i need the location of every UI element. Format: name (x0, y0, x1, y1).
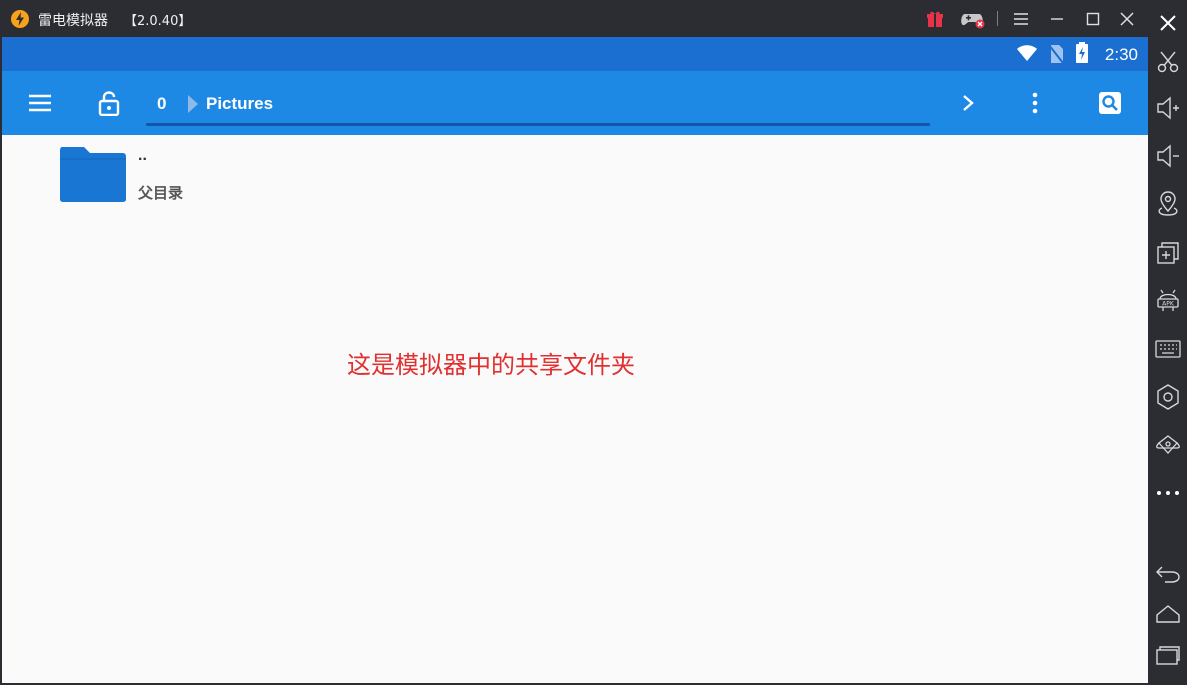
folder-icon (60, 147, 126, 202)
breadcrumb-arrow-icon (188, 95, 198, 113)
status-time: 2:30 (1104, 45, 1138, 64)
emulator-window: 雷电模拟器 【2.0.40】 2:30 0 Pictures .. 父目录 这是… (0, 0, 1187, 685)
app-bar: 0 Pictures (2, 71, 1148, 135)
no-sim-icon (1048, 44, 1064, 64)
close-icon[interactable] (1154, 9, 1182, 37)
multi-instance-icon[interactable] (1154, 239, 1182, 267)
search-icon[interactable] (1096, 89, 1124, 117)
lock-icon[interactable] (95, 89, 123, 117)
gamepad-icon[interactable] (958, 6, 988, 32)
title-bar: 雷电模拟器 【2.0.40】 (0, 0, 1148, 37)
more-vert-icon[interactable] (1021, 89, 1049, 117)
annotation-text: 这是模拟器中的共享文件夹 (347, 351, 635, 379)
scissors-icon[interactable] (1154, 48, 1182, 76)
status-bar: 2:30 (2, 37, 1148, 71)
battery-charging-icon (1076, 42, 1088, 63)
svg-text:APK: APK (1162, 301, 1175, 308)
more-horizontal-icon[interactable] (1154, 479, 1182, 507)
maximize-icon[interactable] (1080, 6, 1106, 32)
apk-install-icon[interactable]: APK (1154, 287, 1182, 315)
settings-icon[interactable] (1154, 383, 1182, 411)
file-name: .. (138, 147, 147, 164)
volume-down-icon[interactable] (1154, 142, 1182, 170)
titlebar-separator (997, 11, 998, 26)
hamburger-icon[interactable] (26, 89, 54, 117)
emulator-sidebar: APK (1148, 0, 1187, 685)
leidian-logo-icon (11, 10, 29, 28)
breadcrumb-folder[interactable]: Pictures (206, 94, 273, 114)
shake-icon[interactable] (1154, 431, 1182, 459)
menu-icon[interactable] (1008, 6, 1034, 32)
recent-apps-icon[interactable] (1154, 641, 1182, 669)
minimize-icon[interactable] (1044, 6, 1070, 32)
android-screen: 2:30 0 Pictures .. 父目录 这是模拟器中的共享文件夹 (2, 37, 1148, 683)
back-icon[interactable] (1154, 560, 1182, 588)
home-icon[interactable] (1154, 600, 1182, 628)
chevron-right-icon[interactable] (954, 89, 982, 117)
file-description: 父目录 (138, 184, 184, 202)
app-version: 【2.0.40】 (124, 14, 192, 29)
keyboard-icon[interactable] (1154, 335, 1182, 363)
list-item[interactable]: .. 父目录 (2, 137, 1148, 209)
gift-icon[interactable] (922, 6, 948, 32)
breadcrumb-index[interactable]: 0 (157, 94, 166, 114)
app-title: 雷电模拟器 (38, 13, 108, 29)
location-icon[interactable] (1154, 190, 1182, 218)
volume-up-icon[interactable] (1154, 94, 1182, 122)
path-underline (146, 123, 930, 126)
wifi-icon (1017, 45, 1037, 61)
close-window-icon[interactable] (1114, 6, 1140, 32)
